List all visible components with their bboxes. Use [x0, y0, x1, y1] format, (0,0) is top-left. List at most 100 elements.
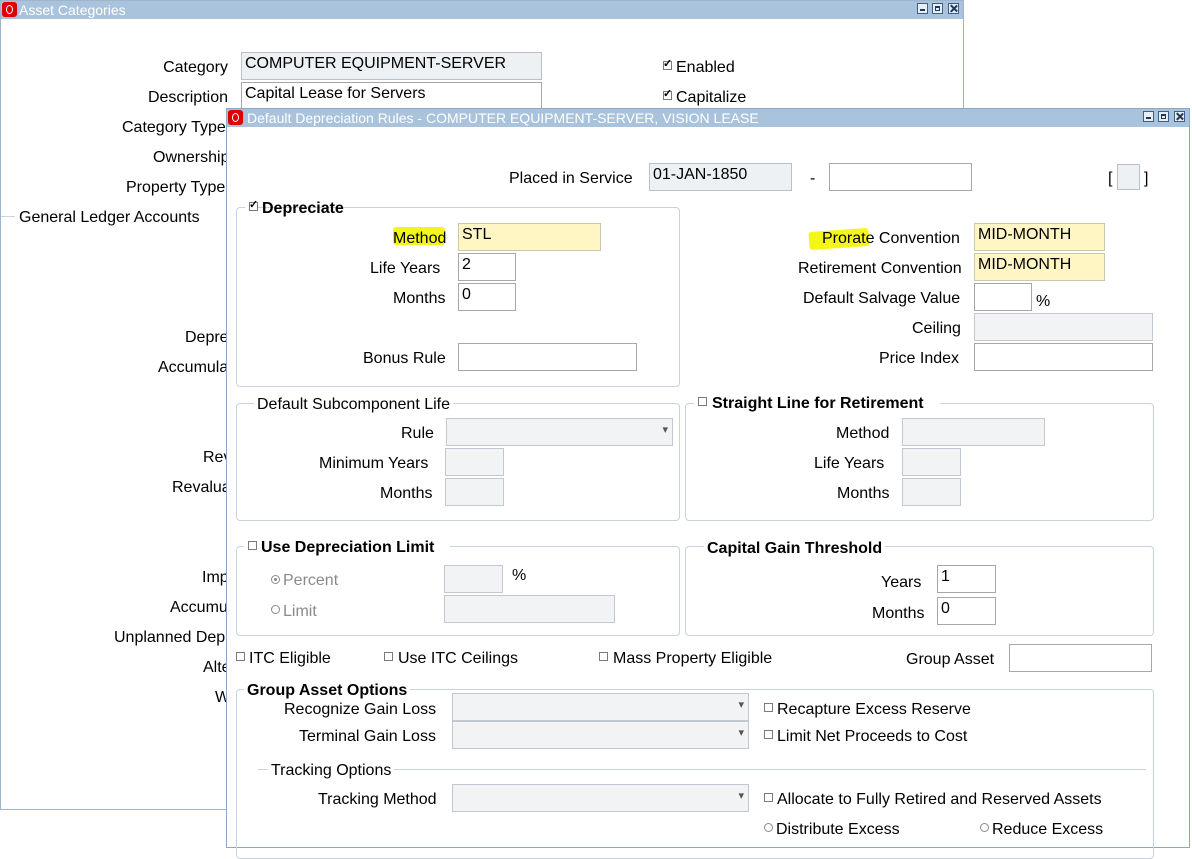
- placed-in-service-from-field[interactable]: 01-JAN-1850: [649, 163, 792, 191]
- recapture-excess-reserve-label[interactable]: Recapture Excess Reserve: [777, 701, 971, 719]
- close-icon[interactable]: [948, 3, 959, 14]
- default-salvage-value-label: Default Salvage Value: [803, 290, 961, 307]
- straight-line-life-years-label: Life Years: [814, 455, 885, 472]
- depreciate-label[interactable]: Depreciate: [262, 200, 344, 218]
- property-type-label: Property Type: [126, 179, 226, 196]
- recognize-gain-loss-dropdown[interactable]: [452, 693, 749, 721]
- dialog-titlebar[interactable]: Default Depreciation Rules - COMPUTER EQ…: [227, 109, 1189, 127]
- itc-eligible-label[interactable]: ITC Eligible: [249, 650, 331, 668]
- depreciate-checkbox[interactable]: [249, 198, 258, 211]
- descriptive-flexfield[interactable]: [1117, 164, 1140, 190]
- straight-line-label[interactable]: Straight Line for Retirement: [712, 395, 924, 413]
- subcomponent-months-field[interactable]: [445, 478, 504, 506]
- placed-in-service-to-field[interactable]: [829, 163, 972, 191]
- capital-gain-months-field[interactable]: 0: [937, 597, 996, 625]
- distribute-excess-radio[interactable]: [764, 823, 773, 832]
- price-index-field[interactable]: [974, 343, 1153, 371]
- mass-property-eligible-label[interactable]: Mass Property Eligible: [613, 650, 772, 668]
- limit-net-proceeds-checkbox[interactable]: [764, 730, 773, 739]
- distribute-excess-label[interactable]: Distribute Excess: [776, 821, 900, 839]
- maximize-icon[interactable]: [932, 3, 943, 14]
- bonus-rule-field[interactable]: [458, 343, 637, 371]
- tracking-method-dropdown[interactable]: [452, 784, 749, 812]
- allocate-fully-retired-checkbox[interactable]: [764, 793, 773, 802]
- limit-radio-label[interactable]: Limit: [283, 603, 317, 621]
- partial-label-accumulated-impairment: Accumu: [170, 599, 228, 616]
- recognize-gain-loss-label: Recognize Gain Loss: [284, 701, 437, 718]
- capitalize-checkbox[interactable]: [663, 87, 672, 100]
- category-type-label: Category Type: [122, 119, 226, 136]
- depreciation-limit-checkbox[interactable]: [248, 541, 257, 550]
- partial-label-accumulated-depreciation: Accumula: [158, 359, 229, 376]
- minimum-years-field[interactable]: [445, 448, 504, 476]
- descriptive-flexfield-close-bracket: ]: [1144, 170, 1149, 187]
- terminal-gain-loss-label: Terminal Gain Loss: [299, 728, 436, 745]
- category-field[interactable]: COMPUTER EQUIPMENT-SERVER: [241, 52, 542, 80]
- depreciation-limit-amount-field[interactable]: [444, 595, 615, 623]
- enabled-checkbox[interactable]: [663, 57, 672, 70]
- straight-line-life-years-field[interactable]: [902, 448, 961, 476]
- partial-label-depreciation-expense: Depre: [185, 329, 229, 346]
- allocate-fully-retired-label[interactable]: Allocate to Fully Retired and Reserved A…: [777, 791, 1102, 809]
- ceiling-field[interactable]: [974, 313, 1153, 341]
- itc-eligible-checkbox[interactable]: [236, 652, 245, 661]
- life-years-label: Life Years: [370, 260, 441, 277]
- life-years-field[interactable]: 2: [458, 253, 516, 281]
- ceiling-label: Ceiling: [912, 320, 961, 337]
- partial-label-unplanned-depreciation: Unplanned Dep: [114, 629, 226, 646]
- group-asset-field[interactable]: [1009, 644, 1152, 672]
- oracle-logo-icon: [2, 2, 17, 17]
- depreciation-limit-percent-field[interactable]: [444, 565, 503, 593]
- price-index-label: Price Index: [879, 350, 960, 367]
- close-icon[interactable]: [1174, 111, 1185, 122]
- asset-categories-titlebar[interactable]: Asset Categories: [1, 1, 963, 19]
- reduce-excess-label[interactable]: Reduce Excess: [992, 821, 1103, 839]
- gl-divider: [1, 216, 15, 217]
- use-itc-ceilings-label[interactable]: Use ITC Ceilings: [398, 650, 518, 668]
- method-field[interactable]: STL: [458, 223, 601, 251]
- default-depreciation-rules-window: Default Depreciation Rules - COMPUTER EQ…: [226, 108, 1190, 859]
- minimize-icon[interactable]: [1143, 111, 1154, 122]
- description-label: Description: [147, 89, 228, 106]
- description-field[interactable]: Capital Lease for Servers: [241, 82, 542, 110]
- mass-property-eligible-checkbox[interactable]: [599, 652, 608, 661]
- reduce-excess-radio[interactable]: [980, 823, 989, 832]
- rule-label: Rule: [401, 425, 434, 442]
- bonus-rule-label: Bonus Rule: [363, 350, 446, 367]
- recapture-excess-reserve-checkbox[interactable]: [764, 703, 773, 712]
- default-salvage-value-field[interactable]: [974, 283, 1032, 311]
- group-asset-label: Group Asset: [906, 651, 995, 668]
- terminal-gain-loss-dropdown[interactable]: [452, 721, 749, 749]
- percent-radio[interactable]: [271, 575, 280, 584]
- enabled-label[interactable]: Enabled: [676, 59, 735, 77]
- capital-gain-years-field[interactable]: 1: [937, 565, 996, 593]
- percent-radio-label[interactable]: Percent: [283, 572, 338, 590]
- straight-line-method-field[interactable]: [902, 418, 1045, 446]
- straight-line-method-label: Method: [836, 425, 890, 442]
- minimum-years-label: Minimum Years: [319, 455, 429, 472]
- group-asset-options-title: Group Asset Options: [244, 682, 411, 700]
- straight-line-months-field[interactable]: [902, 478, 961, 506]
- minimize-icon[interactable]: [917, 3, 928, 14]
- depreciation-limit-label[interactable]: Use Depreciation Limit: [261, 539, 434, 557]
- tracking-method-label: Tracking Method: [318, 791, 437, 808]
- limit-net-proceeds-label[interactable]: Limit Net Proceeds to Cost: [777, 728, 967, 746]
- limit-radio[interactable]: [271, 605, 280, 614]
- capitalize-label[interactable]: Capitalize: [676, 89, 746, 107]
- limit-percent-sign: %: [512, 567, 527, 584]
- use-itc-ceilings-checkbox[interactable]: [384, 652, 393, 661]
- partial-label-revaluation-amort: Revalua: [172, 479, 231, 496]
- capital-gain-months-label: Months: [872, 605, 925, 622]
- maximize-icon[interactable]: [1158, 111, 1169, 122]
- rule-dropdown[interactable]: [446, 418, 673, 446]
- placed-in-service-separator: -: [810, 170, 816, 187]
- tracking-options-title: Tracking Options: [268, 762, 395, 780]
- straight-line-checkbox[interactable]: [698, 397, 707, 406]
- dialog-title: Default Depreciation Rules - COMPUTER EQ…: [247, 110, 759, 126]
- prorate-convention-field[interactable]: MID-MONTH: [974, 223, 1105, 251]
- retirement-convention-field[interactable]: MID-MONTH: [974, 253, 1105, 281]
- salvage-percent-sign: %: [1036, 293, 1051, 310]
- months-label: Months: [393, 290, 446, 307]
- method-label: Method: [393, 230, 447, 247]
- months-field[interactable]: 0: [458, 283, 516, 311]
